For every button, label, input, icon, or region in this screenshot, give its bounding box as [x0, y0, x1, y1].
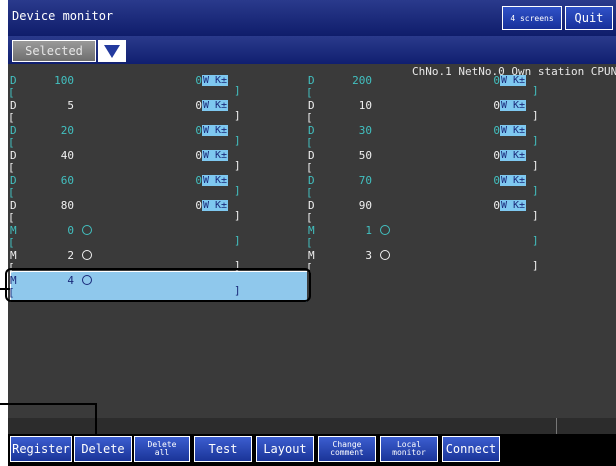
local-monitor-button[interactable]: Local monitor — [380, 436, 438, 462]
four-screens-button[interactable]: 4 screens — [502, 6, 562, 30]
right-comment-bracket-open: [ — [306, 136, 313, 149]
right-comment-bracket-close: ] — [532, 234, 539, 247]
right-unit-badge[interactable]: W K± — [500, 150, 527, 161]
device-monitor-window: Device monitor 4 screens Quit Selected C… — [5, 0, 616, 466]
right-comment-bracket-close: ] — [532, 134, 539, 147]
left-comment-bracket-close: ] — [234, 209, 241, 222]
bit-off-icon — [380, 250, 390, 260]
right-device-value: 0 — [493, 124, 500, 137]
right-comment-bracket-open: [ — [306, 236, 313, 249]
left-device-value: 0 — [195, 124, 202, 137]
right-comment-bracket-close: ] — [532, 184, 539, 197]
right-comment-bracket-close: ] — [532, 209, 539, 222]
left-device-number[interactable]: 60 — [61, 175, 74, 187]
right-comment-bracket-open: [ — [306, 111, 313, 124]
left-device-value: 0 — [195, 74, 202, 87]
status-strip — [8, 418, 616, 434]
right-comment-bracket-open: [ — [306, 186, 313, 199]
left-device-number[interactable]: 40 — [61, 150, 74, 162]
right-comment-bracket-open: [ — [306, 211, 313, 224]
right-bit-status-icon — [380, 250, 390, 262]
left-device-number[interactable]: 2 — [67, 250, 74, 262]
left-device-number[interactable]: 80 — [61, 200, 74, 212]
left-comment-bracket-open: [ — [8, 111, 15, 124]
left-unit-badge[interactable]: W K± — [202, 175, 229, 186]
left-comment-bracket-open: [ — [8, 211, 15, 224]
left-comment-bracket-close: ] — [234, 134, 241, 147]
left-comment-bracket-close: ] — [234, 234, 241, 247]
window-title: Device monitor — [12, 9, 114, 23]
bit-off-icon — [82, 250, 92, 260]
left-bit-status-icon — [82, 250, 92, 262]
left-device-number[interactable]: 20 — [61, 125, 74, 137]
right-device-number[interactable]: 200 — [352, 75, 372, 87]
left-unit-badge[interactable]: W K± — [202, 200, 229, 211]
right-device-number[interactable]: 30 — [359, 125, 372, 137]
left-device-number[interactable]: 5 — [67, 100, 74, 112]
left-device-value: 0 — [195, 149, 202, 162]
left-device-value: 0 — [195, 174, 202, 187]
left-device-value: 0 — [195, 99, 202, 112]
left-comment-bracket-close: ] — [234, 184, 241, 197]
right-comment-bracket-close: ] — [532, 109, 539, 122]
right-device-value: 0 — [493, 199, 500, 212]
right-device-value: 0 — [493, 174, 500, 187]
status-divider — [556, 418, 557, 434]
callout-line — [0, 288, 10, 290]
right-device-number[interactable]: 3 — [365, 250, 372, 262]
connect-button[interactable]: Connect — [442, 436, 500, 462]
right-device-number[interactable]: 50 — [359, 150, 372, 162]
callout-line — [95, 403, 97, 435]
quit-button[interactable]: Quit — [565, 6, 613, 30]
right-device-number[interactable]: 1 — [365, 225, 372, 237]
right-unit-badge[interactable]: W K± — [500, 200, 527, 211]
right-device-value: 0 — [493, 99, 500, 112]
right-unit-badge[interactable]: W K± — [500, 75, 527, 86]
right-comment-bracket-close: ] — [532, 259, 539, 272]
left-comment-bracket-open: [ — [8, 136, 15, 149]
left-comment-bracket-close: ] — [234, 109, 241, 122]
right-bit-status-icon — [380, 225, 390, 237]
right-device-number[interactable]: 10 — [359, 100, 372, 112]
delete-all-button[interactable]: Delete all — [134, 436, 190, 462]
left-comment-bracket-open: [ — [8, 186, 15, 199]
left-comment-bracket-close: ] — [234, 159, 241, 172]
left-device-number[interactable]: 0 — [67, 225, 74, 237]
right-device-value: 0 — [493, 74, 500, 87]
left-comment-bracket-open: [ — [8, 236, 15, 249]
left-comment-bracket-open: [ — [8, 161, 15, 174]
right-device-number[interactable]: 90 — [359, 200, 372, 212]
chevron-down-icon — [104, 45, 120, 58]
right-unit-badge[interactable]: W K± — [500, 100, 527, 111]
right-comment-bracket-open: [ — [306, 161, 313, 174]
left-bit-status-icon — [82, 225, 92, 237]
right-comment-bracket-close: ] — [532, 84, 539, 97]
right-comment-bracket-open: [ — [306, 86, 313, 99]
left-unit-badge[interactable]: W K± — [202, 100, 229, 111]
dropdown-button[interactable] — [98, 40, 126, 62]
bit-off-icon — [380, 225, 390, 235]
selected-button[interactable]: Selected — [12, 40, 96, 62]
callout-line — [0, 403, 97, 405]
right-device-value: 0 — [493, 149, 500, 162]
selection-outline — [5, 268, 311, 302]
left-comment-bracket-open: [ — [8, 86, 15, 99]
left-device-value: 0 — [195, 199, 202, 212]
left-unit-badge[interactable]: W K± — [202, 125, 229, 136]
test-button[interactable]: Test — [194, 436, 252, 462]
delete-button[interactable]: Delete — [74, 436, 132, 462]
right-unit-badge[interactable]: W K± — [500, 125, 527, 136]
left-unit-badge[interactable]: W K± — [202, 150, 229, 161]
right-device-number[interactable]: 70 — [359, 175, 372, 187]
right-comment-bracket-close: ] — [532, 159, 539, 172]
register-button[interactable]: Register — [10, 436, 72, 462]
right-unit-badge[interactable]: W K± — [500, 175, 527, 186]
bit-off-icon — [82, 225, 92, 235]
left-comment-bracket-close: ] — [234, 84, 241, 97]
left-device-number[interactable]: 100 — [54, 75, 74, 87]
left-unit-badge[interactable]: W K± — [202, 75, 229, 86]
change-comment-button[interactable]: Change comment — [318, 436, 376, 462]
layout-button[interactable]: Layout — [256, 436, 314, 462]
